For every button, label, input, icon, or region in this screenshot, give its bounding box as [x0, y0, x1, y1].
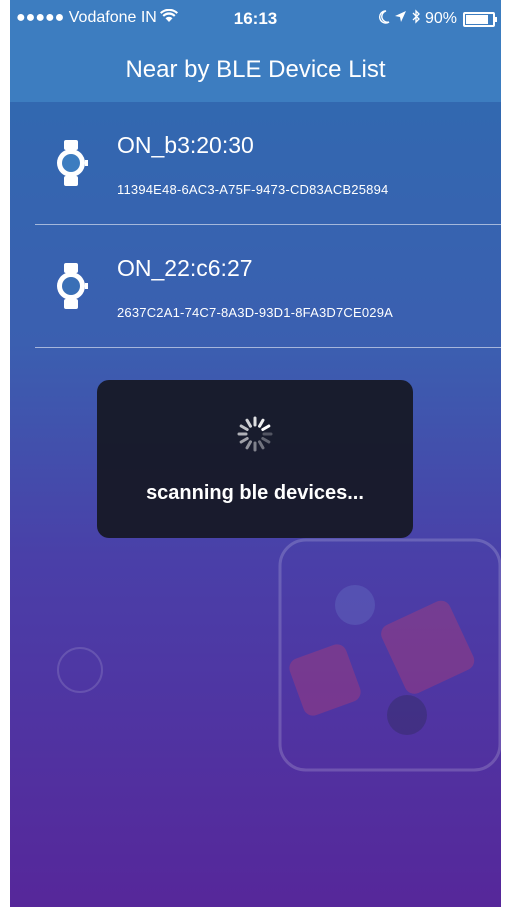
- scanning-hud: scanning ble devices...: [97, 380, 413, 538]
- watch-icon: [57, 263, 88, 309]
- status-bar: ●●●●● Vodafone IN 16:13 90%: [10, 0, 501, 38]
- spinner-icon: [237, 416, 273, 452]
- bluetooth-icon: [411, 9, 421, 29]
- battery-percent: 90%: [424, 10, 457, 27]
- device-name: ON_b3:20:30: [117, 132, 254, 158]
- spinner-spoke: [261, 437, 271, 444]
- spinner-spoke: [261, 424, 271, 431]
- nav-bar: Near by BLE Device List: [10, 38, 501, 102]
- moon-icon: [378, 9, 390, 29]
- device-row[interactable]: ON_b3:20:30 11394E48-6AC3-A75F-9473-CD83…: [35, 102, 501, 225]
- app-screen: ●●●●● Vodafone IN 16:13 90% Near by BLE …: [10, 0, 501, 907]
- page-title: Near by BLE Device List: [125, 56, 386, 83]
- device-list: ON_b3:20:30 11394E48-6AC3-A75F-9473-CD83…: [10, 102, 501, 348]
- status-right: 90%: [378, 9, 497, 29]
- scanning-message: scanning ble devices...: [146, 482, 364, 504]
- spinner-spoke: [239, 437, 249, 444]
- spinner-spoke: [258, 440, 265, 450]
- spinner-spoke: [245, 418, 252, 428]
- device-row[interactable]: ON_22:c6:27 2637C2A1-74C7-8A3D-93D1-8FA3…: [35, 225, 501, 348]
- spinner-spoke: [245, 440, 252, 450]
- device-uuid: 2637C2A1-74C7-8A3D-93D1-8FA3D7CE029A: [117, 305, 394, 320]
- device-uuid: 11394E48-6AC3-A75F-9473-CD83ACB25894: [117, 182, 389, 197]
- battery-icon: [463, 11, 497, 27]
- spinner-spoke: [258, 418, 265, 428]
- watch-icon: [57, 140, 88, 186]
- location-icon: [394, 10, 407, 28]
- device-name: ON_22:c6:27: [117, 255, 253, 281]
- spinner-spoke: [239, 424, 249, 431]
